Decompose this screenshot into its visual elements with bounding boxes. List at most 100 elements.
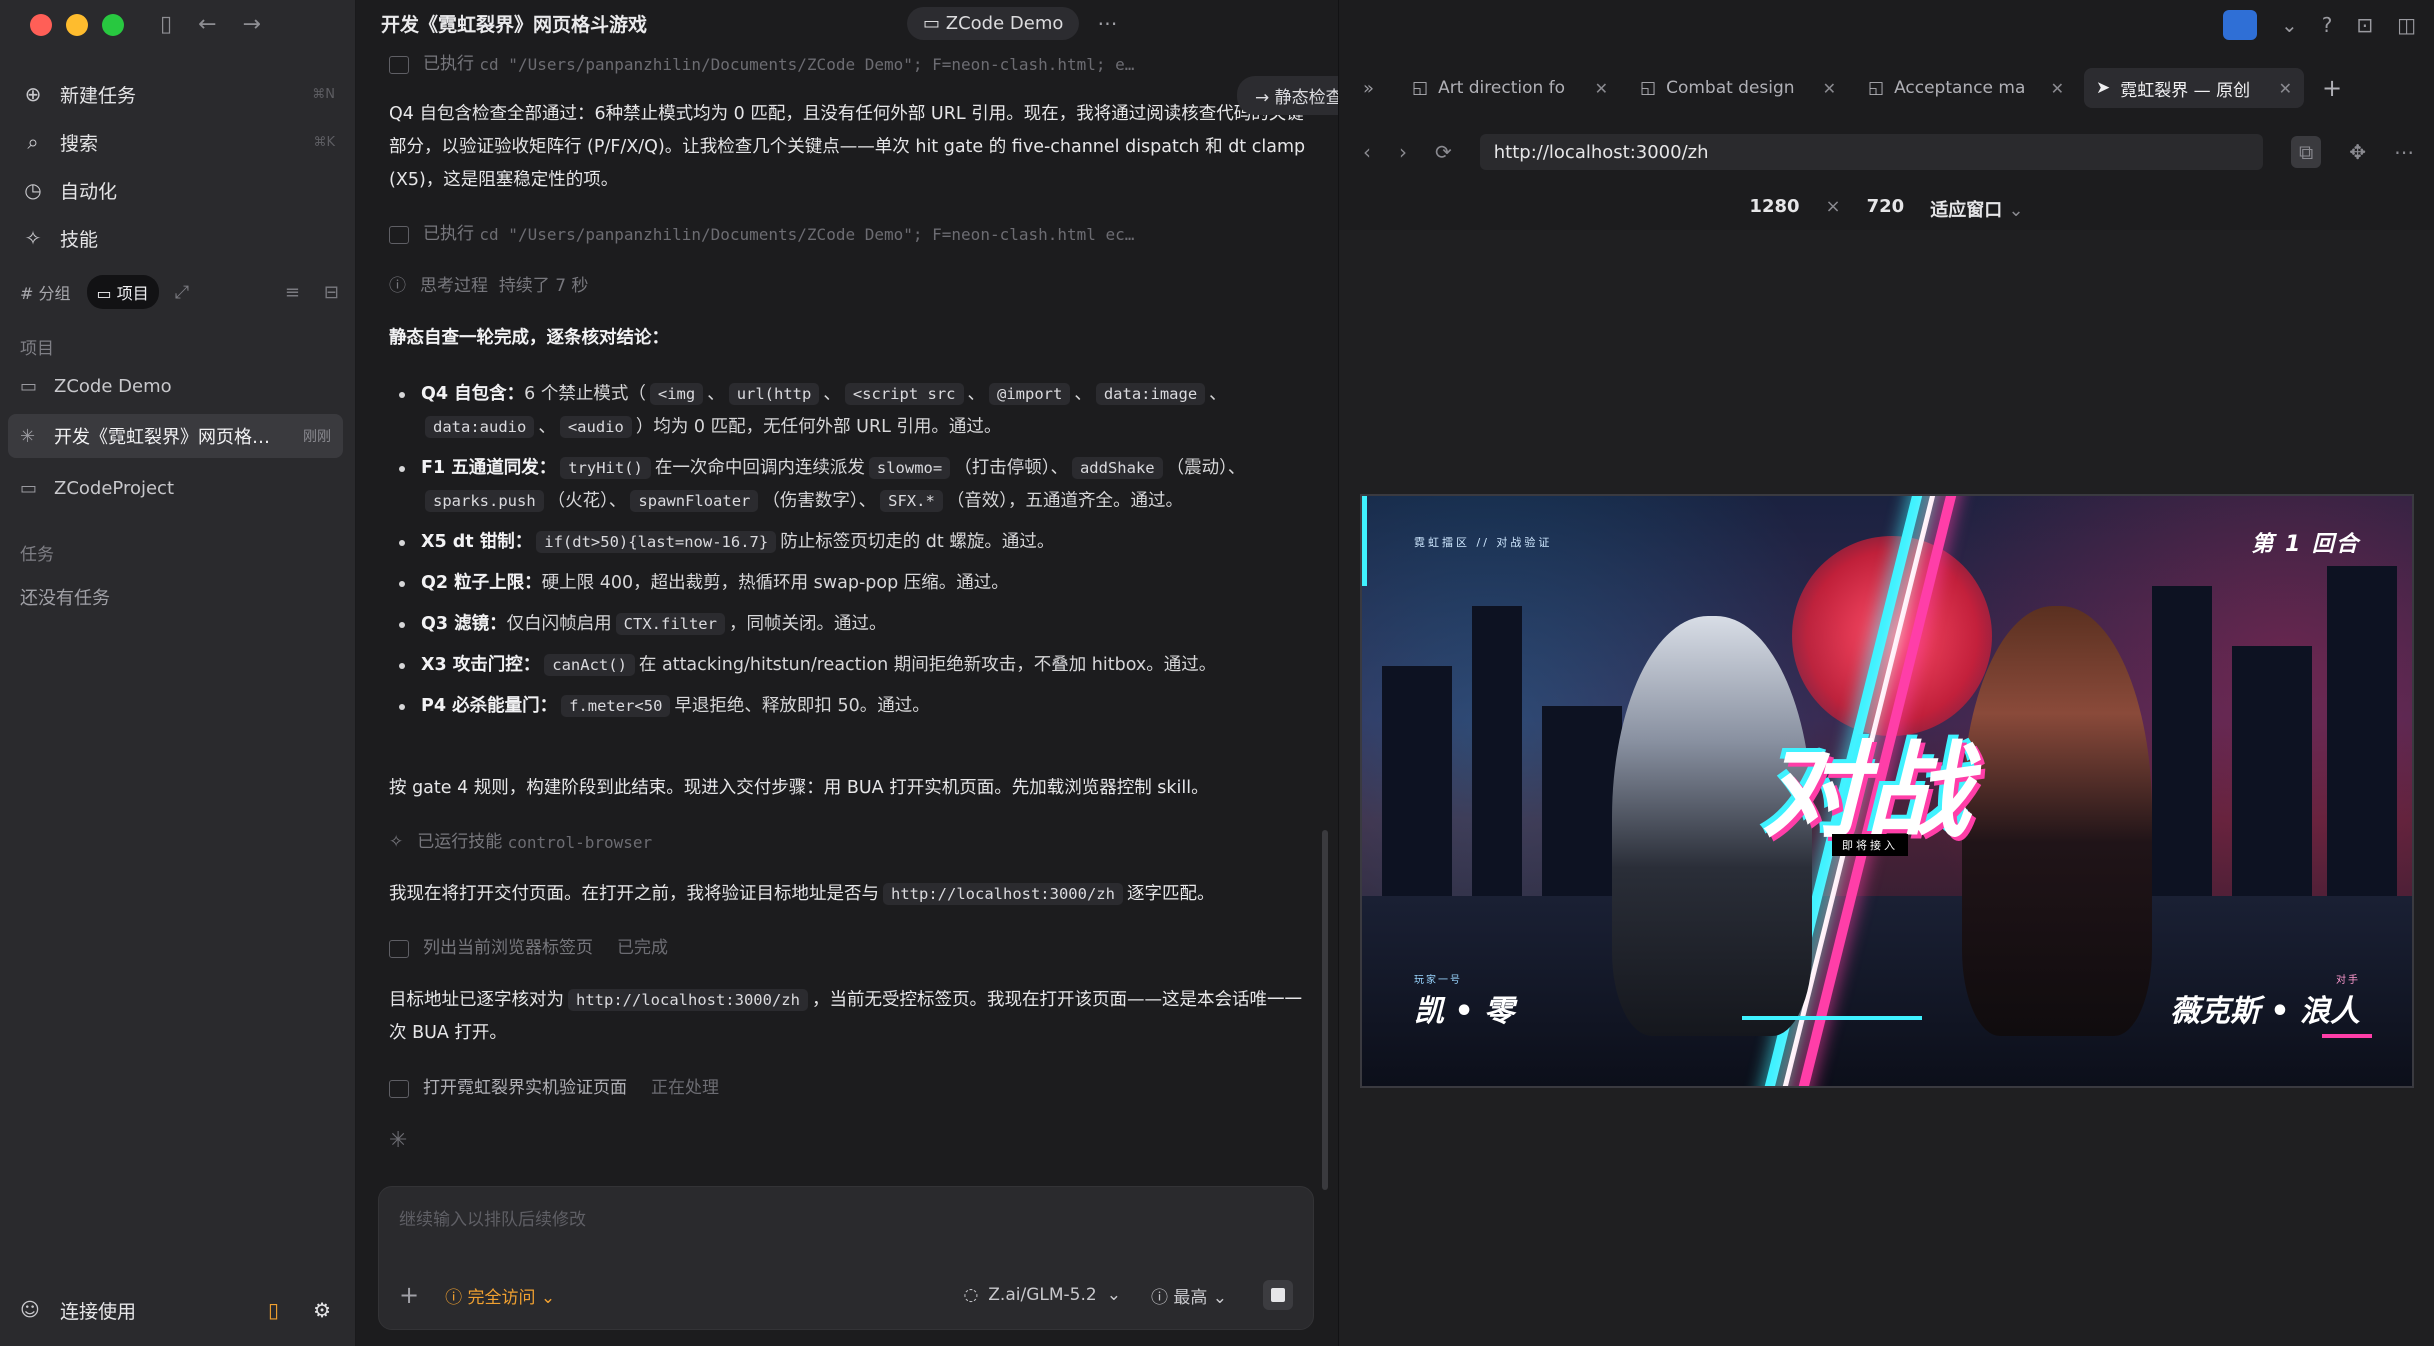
- app-switcher-icon[interactable]: [2222, 10, 2257, 40]
- more-options-icon[interactable]: ⋯: [1097, 11, 1117, 35]
- minimize-window-button[interactable]: [66, 14, 88, 36]
- settings-gear-icon[interactable]: ⚙: [313, 1298, 331, 1322]
- spinner-icon: ✳: [389, 1128, 408, 1153]
- tool-call-label: 已执行: [423, 54, 474, 74]
- toggle-sidebar-icon[interactable]: ▯: [160, 12, 172, 37]
- group-filter-toggle[interactable]: # 分组: [10, 275, 81, 309]
- thinking-block[interactable]: ⓘ 思考过程 持续了 7 秒: [389, 270, 1307, 303]
- tool-call-row[interactable]: 列出当前浏览器标签页 已完成: [389, 932, 1307, 965]
- inline-code: if(dt>50){last=now-16.7}: [536, 531, 777, 553]
- back-icon[interactable]: ‹: [1363, 140, 1371, 164]
- user-icon[interactable]: ☺: [20, 1299, 48, 1321]
- account-label[interactable]: 连接使用: [60, 1297, 136, 1324]
- inline-code: CTX.filter: [615, 613, 725, 635]
- forward-icon[interactable]: ›: [1399, 140, 1407, 164]
- archive-icon[interactable]: ⊟: [324, 282, 339, 303]
- check-list: Q4 自包含：6 个禁止模式（ <img、 url(http、 <script src…: [389, 378, 1307, 723]
- tab-acceptance[interactable]: ◱ Acceptance ma ✕: [1856, 68, 2076, 108]
- tab-combat-design[interactable]: ◱ Combat design ✕: [1628, 68, 1848, 108]
- energy-bar-pink: [2322, 1034, 2372, 1038]
- check-text: 6 个禁止模式（: [524, 384, 646, 404]
- check-head: X3 攻击门控：: [421, 655, 541, 675]
- project-chip[interactable]: ▭ ZCode Demo: [907, 6, 1080, 40]
- para-text: 我现在将打开交付页面。在打开之前，我将验证目标地址是否与: [389, 884, 879, 904]
- effort-select[interactable]: ⓘ 最高 ⌄: [1151, 1283, 1227, 1308]
- game-preview[interactable]: 霓虹擂区 // 对战验证 第 1 回合 对战 即将接入 玩家一号 凯 • 零 对…: [1360, 494, 2414, 1088]
- loading-spinner-icon: ◌: [963, 1285, 979, 1305]
- task-item-active[interactable]: ✳ 开发《霓虹裂界》网页格… 刚刚: [8, 414, 343, 458]
- window-right-controls: ⌄ ? ⊡ ◫: [2222, 10, 2416, 40]
- access-mode-select[interactable]: ⓘ 完全访问 ⌄: [445, 1283, 555, 1308]
- tool-call-exec[interactable]: 已执行 cd "/Users/panpanzhilin/Documents/ZC…: [389, 48, 1307, 81]
- inline-code: slowmo=: [868, 457, 951, 479]
- more-options-icon[interactable]: ⋯: [2394, 140, 2414, 164]
- inline-code: <script src: [844, 383, 964, 405]
- viewport-width[interactable]: 1280: [1749, 196, 1799, 222]
- page-icon: ◱: [1640, 78, 1657, 98]
- viewport-height[interactable]: 720: [1867, 196, 1905, 222]
- sidebar-item-skills[interactable]: ✧ 技能: [16, 214, 339, 262]
- chevron-down-icon[interactable]: ⌄: [2281, 13, 2298, 37]
- back-arrow-icon[interactable]: ←: [198, 12, 216, 37]
- close-tab-icon[interactable]: ✕: [1595, 79, 1608, 98]
- tab-neon-rift[interactable]: ➤ 霓虹裂界 — 原创 ✕: [2084, 68, 2305, 108]
- projects-section-label: 项目: [20, 339, 54, 359]
- help-icon[interactable]: ?: [2322, 13, 2333, 37]
- building-silhouette: [2232, 646, 2312, 906]
- sidebar-item-label: 技能: [60, 228, 99, 251]
- close-tab-icon[interactable]: ✕: [2051, 79, 2064, 98]
- check-text: （火花）、: [547, 491, 627, 511]
- effort-label: 最高: [1173, 1287, 1208, 1308]
- expand-icon[interactable]: ⤢: [175, 282, 189, 303]
- folder-icon: ▭: [20, 375, 38, 397]
- inline-code: spawnFloater: [630, 490, 759, 512]
- project-item[interactable]: ▭ ZCode Demo: [8, 364, 343, 408]
- project-filter-toggle[interactable]: ▭ 项目: [86, 275, 159, 309]
- device-icon[interactable]: ▯: [268, 1298, 279, 1322]
- tool-call-exec[interactable]: 已执行 cd "/Users/panpanzhilin/Documents/ZC…: [389, 218, 1307, 251]
- inline-code: data:audio: [425, 416, 535, 438]
- device-mode-icon[interactable]: ⧉: [2290, 136, 2322, 168]
- stop-button[interactable]: [1263, 1280, 1293, 1310]
- fit-window-select[interactable]: 适应窗口 ⌄: [1930, 196, 2023, 222]
- composer-input[interactable]: 继续输入以排队后续修改: [399, 1205, 586, 1230]
- sort-filter-icon[interactable]: ≡: [285, 282, 300, 303]
- window-layout-icon[interactable]: ⊡: [2356, 13, 2373, 37]
- thinking-label: 思考过程: [420, 276, 488, 296]
- terminal-icon: [389, 225, 409, 244]
- message-composer[interactable]: 继续输入以排队后续修改 + ⓘ 完全访问 ⌄ ◌ Z.ai/GLM-5.2 ⌄ …: [378, 1186, 1314, 1330]
- add-attachment-button[interactable]: +: [399, 1281, 419, 1309]
- skill-run-row[interactable]: ✧ 已运行技能 control-browser: [389, 826, 1307, 859]
- skills-icon: ✧: [389, 832, 404, 852]
- tab-label: Acceptance ma: [1894, 78, 2026, 98]
- assistant-paragraph: Q4 自包含检查全部通过：6种禁止模式均为 0 匹配，且没有任何外部 URL 引…: [389, 104, 1306, 190]
- task-time-badge: 刚刚: [303, 429, 331, 445]
- model-select[interactable]: ◌ Z.ai/GLM-5.2 ⌄: [963, 1285, 1121, 1305]
- project-item[interactable]: ▭ ZCodeProject: [8, 466, 343, 510]
- page-icon: ◱: [1412, 78, 1429, 98]
- list-item: Q4 自包含：6 个禁止模式（ <img、 url(http、 <script src…: [389, 378, 1307, 444]
- zoom-window-button[interactable]: [102, 14, 124, 36]
- browser-tabs: » ◱ Art direction fo ✕ ◱ Combat design ✕…: [1363, 66, 2414, 110]
- pick-element-icon[interactable]: ✥: [2349, 140, 2366, 164]
- sidebar-item-new-task[interactable]: ⊕ 新建任务 ⌘N: [16, 70, 339, 118]
- check-text: 仅白闪帧启用: [506, 614, 612, 634]
- tool-call-row[interactable]: 打开霓虹裂界实机验证页面 正在处理: [389, 1072, 1307, 1105]
- chat-scrollbar[interactable]: [1322, 830, 1328, 1190]
- sidebar-item-search[interactable]: ⌕ 搜索 ⌘K: [16, 118, 339, 166]
- new-tab-button[interactable]: +: [2322, 74, 2342, 102]
- vs-subtitle: 即将接入: [1832, 834, 1908, 856]
- sidebar-item-automation[interactable]: ◷ 自动化: [16, 166, 339, 214]
- tab-art-direction[interactable]: ◱ Art direction fo ✕: [1400, 68, 1620, 108]
- window-controls: [30, 14, 124, 36]
- close-window-button[interactable]: [30, 14, 52, 36]
- close-tab-icon[interactable]: ✕: [1823, 79, 1836, 98]
- player1-tag: 玩家一号: [1414, 975, 1462, 986]
- collapse-tabs-icon[interactable]: »: [1363, 78, 1374, 99]
- url-input[interactable]: http://localhost:3000/zh: [1479, 134, 2263, 170]
- reload-icon[interactable]: ⟳: [1435, 140, 1452, 164]
- close-tab-icon[interactable]: ✕: [2279, 79, 2292, 98]
- forward-arrow-icon[interactable]: →: [243, 12, 261, 37]
- tool-call-label: 列出当前浏览器标签页: [423, 938, 593, 958]
- split-view-icon[interactable]: ◫: [2397, 13, 2416, 37]
